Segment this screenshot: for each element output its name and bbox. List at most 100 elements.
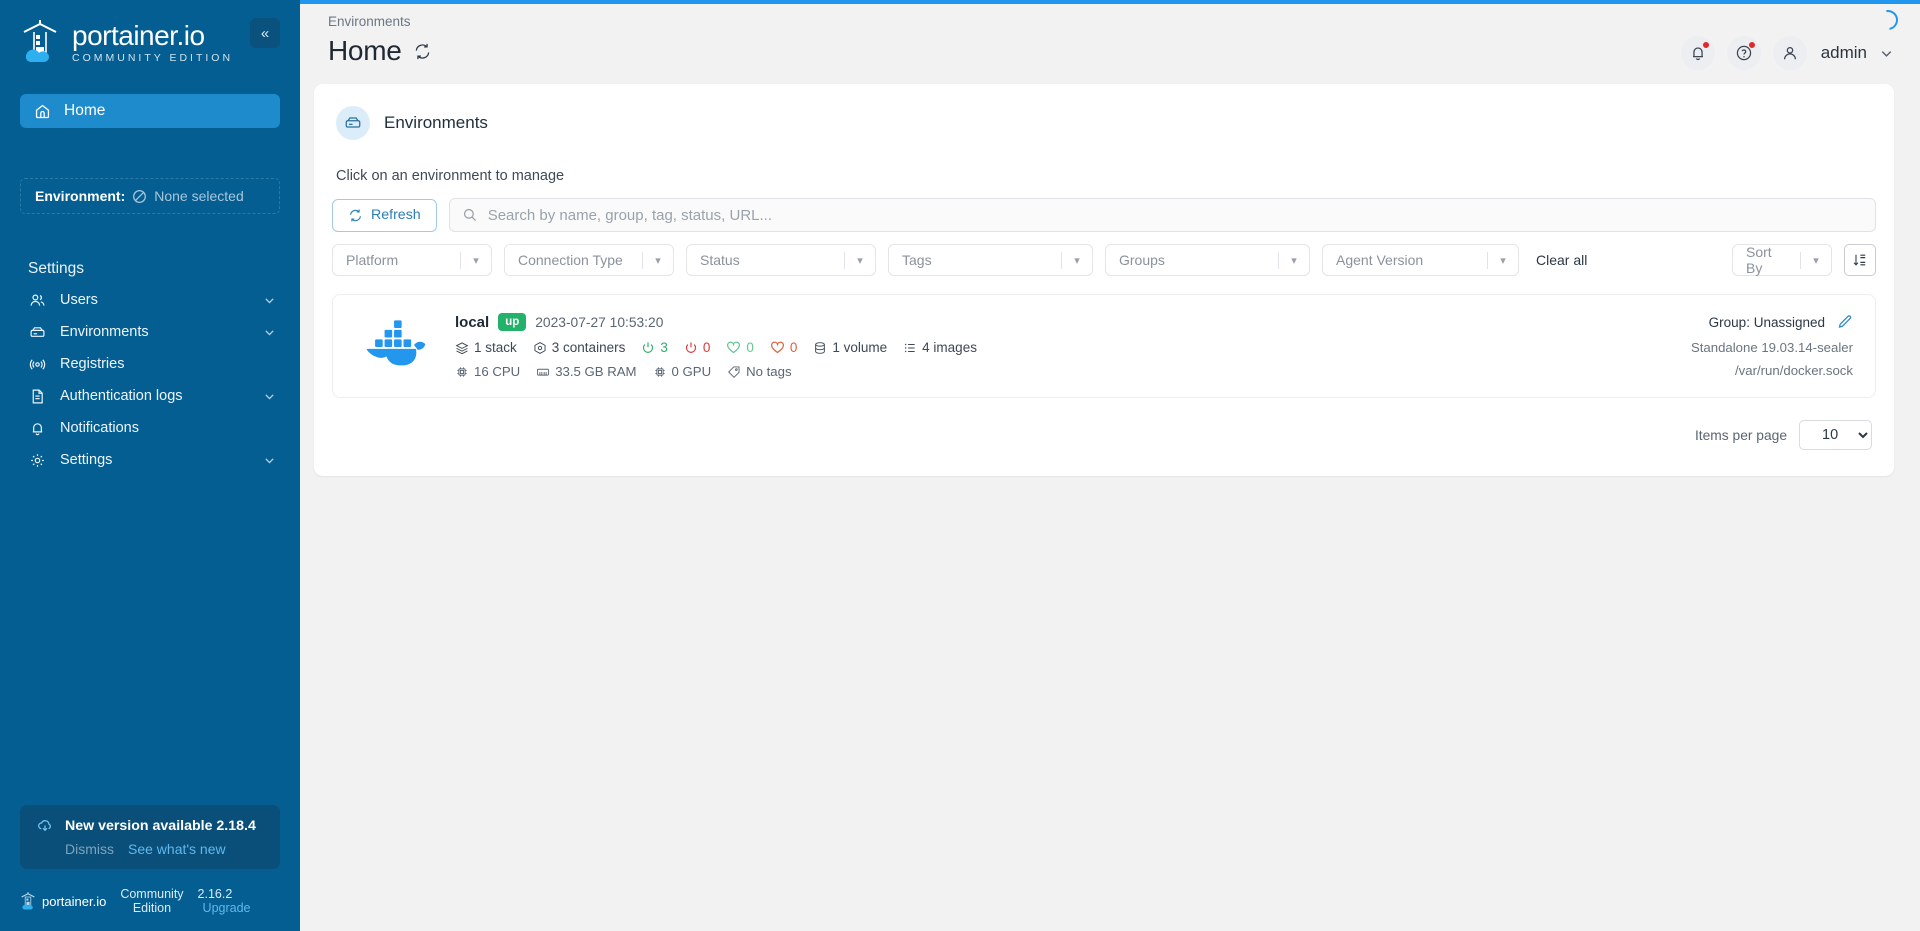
brand-name: portainer.io (72, 19, 205, 51)
filter-platform[interactable]: Platform ▾ (332, 244, 492, 276)
volume-icon (813, 341, 827, 355)
environment-endpoint: /var/run/docker.sock (1734, 363, 1853, 378)
brand-text: portainer.io COMMUNITY EDITION (72, 19, 233, 64)
refresh-icon[interactable] (413, 42, 432, 61)
chevron-down-icon: ▾ (1500, 254, 1506, 267)
footer-version-group: 2.16.2 Upgrade (198, 887, 284, 915)
filter-status[interactable]: Status ▾ (686, 244, 876, 276)
pencil-icon[interactable] (1837, 314, 1853, 330)
sidebar-item-settings-label: Settings (60, 452, 113, 468)
server-icon (336, 106, 370, 140)
stat-healthy: 0 (726, 340, 754, 355)
stat-images-label: 4 images (922, 340, 977, 355)
page-header: Environments Home admin (300, 0, 1920, 84)
items-per-page-select[interactable]: 102550100 (1799, 420, 1872, 450)
no-entry-icon (132, 189, 147, 204)
footer-brand-label: portainer.io (42, 893, 107, 909)
sidebar: portainer.io COMMUNITY EDITION « Home En… (0, 0, 300, 931)
status-badge: up (498, 313, 527, 331)
filter-tags[interactable]: Tags ▾ (888, 244, 1093, 276)
content-area: Environments Click on an environment to … (300, 84, 1920, 476)
environment-card-local[interactable]: local up 2023-07-27 10:53:20 1 stack 3 c… (332, 294, 1876, 398)
chevron-down-icon[interactable] (263, 454, 276, 467)
notification-badge (1701, 41, 1710, 49)
resource-memory: 33.5 GB RAM (536, 364, 637, 379)
power-icon (641, 341, 655, 355)
page-title: Home (328, 35, 402, 66)
sort-direction-button[interactable] (1844, 244, 1876, 276)
app-root: portainer.io COMMUNITY EDITION « Home En… (0, 0, 1920, 931)
sidebar-footer: portainer.io Community Edition 2.16.2 Up… (0, 887, 300, 931)
update-notice-title: New version available 2.18.4 (65, 818, 256, 834)
filter-agent-version-label: Agent Version (1336, 252, 1424, 268)
chevron-down-icon[interactable] (1879, 46, 1894, 61)
clear-all-button[interactable]: Clear all (1536, 252, 1587, 268)
sidebar-item-settings[interactable]: Settings (0, 444, 300, 476)
stat-stopped-label: 0 (702, 340, 711, 355)
filter-groups-label: Groups (1119, 252, 1165, 268)
sort-by-label: Sort By (1746, 244, 1772, 276)
filter-connection-type[interactable]: Connection Type ▾ (504, 244, 674, 276)
sidebar-item-environments[interactable]: Environments (0, 316, 300, 348)
sidebar-item-environments-label: Environments (60, 324, 149, 340)
sidebar-item-authentication-logs[interactable]: Authentication logs (0, 380, 300, 412)
search-input[interactable] (487, 206, 1863, 224)
stat-unhealthy-label: 0 (789, 340, 798, 355)
sidebar-item-authentication-logs-label: Authentication logs (60, 388, 183, 404)
notifications-button[interactable] (1680, 36, 1715, 70)
cloud-download-icon (36, 817, 54, 835)
search-box[interactable] (448, 198, 1876, 232)
main-area: Environments Home admin Environments Cli… (300, 0, 1920, 931)
chevron-down-icon[interactable] (263, 326, 276, 339)
items-per-page-label: Items per page (1694, 427, 1787, 443)
dismiss-update-button[interactable]: Dismiss (65, 841, 114, 857)
environment-selector-key: Environment: (35, 188, 126, 204)
environment-selector[interactable]: Environment: None selected (20, 178, 280, 214)
sort-by-select[interactable]: Sort By ▾ (1732, 244, 1832, 276)
upgrade-link[interactable]: Upgrade (203, 901, 251, 915)
stat-stacks: 1 stack (455, 340, 517, 355)
breadcrumb[interactable]: Environments (328, 14, 432, 29)
stat-containers-label: 3 containers (551, 340, 626, 355)
chevron-down-icon: ▾ (655, 254, 661, 267)
chevron-down-icon[interactable] (263, 294, 276, 307)
images-list-icon (903, 341, 917, 355)
sidebar-item-notifications[interactable]: Notifications (0, 412, 300, 444)
stat-volumes-label: 1 volume (832, 340, 888, 355)
environment-resources: 16 CPU 33.5 GB RAM 0 GPU No tags (455, 364, 1691, 379)
users-icon (28, 292, 46, 309)
gear-icon (28, 452, 46, 469)
refresh-button[interactable]: Refresh (332, 198, 437, 232)
see-whats-new-link[interactable]: See what's new (128, 841, 226, 857)
sidebar-item-registries[interactable]: Registries (0, 348, 300, 380)
toolbar: Refresh (332, 198, 1876, 232)
panel-hint: Click on an environment to manage (336, 168, 565, 184)
footer-version: 2.16.2 (197, 887, 233, 901)
gpu-icon (653, 365, 667, 379)
stat-containers: 3 containers (533, 340, 626, 355)
resource-gpu-label: 0 GPU (671, 364, 712, 379)
sidebar-item-notifications-label: Notifications (60, 420, 139, 436)
environment-meta: Group: Unassigned Standalone 19.03.14-se… (1691, 314, 1857, 379)
environment-details: local up 2023-07-27 10:53:20 1 stack 3 c… (433, 313, 1691, 379)
heart-icon (770, 340, 785, 355)
chevron-down-icon[interactable] (263, 390, 276, 403)
header-actions: admin (1680, 14, 1894, 70)
sidebar-brand[interactable]: portainer.io COMMUNITY EDITION « (0, 0, 300, 72)
heart-icon (726, 340, 741, 355)
environment-name: local (455, 313, 490, 331)
stat-healthy-label: 0 (746, 340, 754, 355)
filter-groups[interactable]: Groups ▾ (1105, 244, 1310, 276)
filter-status-label: Status (700, 252, 740, 268)
filter-agent-version[interactable]: Agent Version ▾ (1322, 244, 1519, 276)
resource-memory-label: 33.5 GB RAM (555, 364, 637, 379)
avatar[interactable] (1772, 36, 1807, 70)
header-left: Environments Home (314, 14, 432, 67)
user-menu-label[interactable]: admin (1821, 43, 1867, 63)
sidebar-item-users[interactable]: Users (0, 284, 300, 316)
double-chevron-left-icon[interactable]: « (250, 18, 280, 48)
sidebar-item-home[interactable]: Home (20, 94, 280, 128)
home-icon (34, 103, 51, 120)
help-button[interactable] (1726, 36, 1761, 70)
server-icon (28, 324, 46, 341)
